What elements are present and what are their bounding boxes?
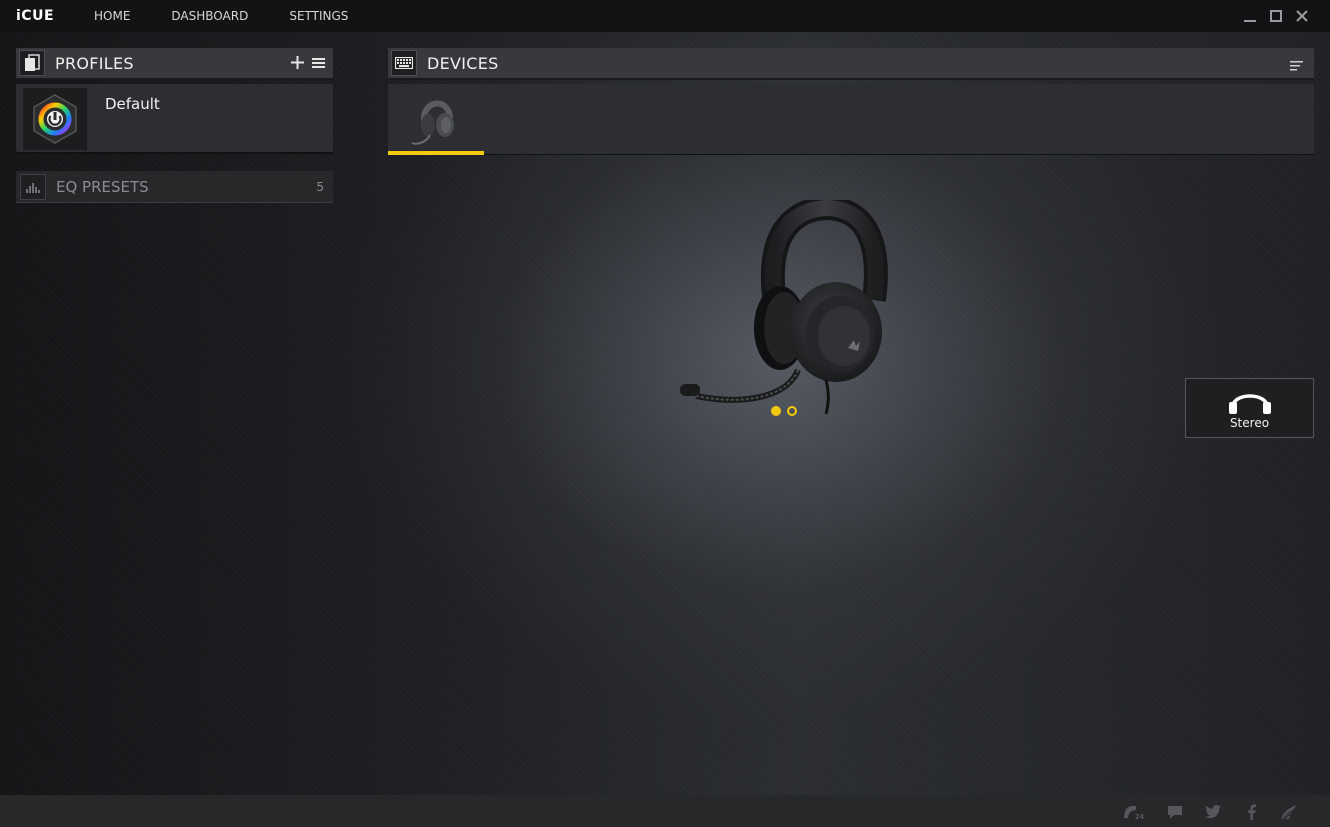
app-brand: iCUE <box>16 8 55 24</box>
profiles-stack-icon <box>19 50 45 76</box>
hamburger-icon <box>312 58 325 68</box>
profiles-title: PROFILES <box>55 53 134 73</box>
facebook-button[interactable] <box>1242 803 1260 821</box>
eq-presets-title: EQ PRESETS <box>56 177 149 196</box>
headset-product-image <box>680 200 888 415</box>
notification-count: 24 <box>1135 813 1144 821</box>
list-menu-icon <box>1290 61 1303 71</box>
profile-item-default[interactable]: Default <box>16 84 333 154</box>
devices-title: DEVICES <box>427 53 499 73</box>
top-bar: iCUE HOME DASHBOARD SETTINGS <box>0 0 1330 32</box>
maximize-button[interactable] <box>1268 8 1284 24</box>
view-indicator-dot-active[interactable] <box>771 406 781 416</box>
footer-bar: 24 <box>0 795 1330 827</box>
window-controls <box>1242 0 1310 32</box>
maximize-icon <box>1270 10 1282 22</box>
profiles-actions <box>291 54 325 73</box>
corsair-button[interactable] <box>1280 803 1298 821</box>
chat-icon <box>1168 805 1182 819</box>
close-icon <box>1296 10 1308 22</box>
nav-dashboard[interactable]: DASHBOARD <box>171 9 248 23</box>
facebook-icon <box>1247 804 1256 820</box>
profiles-header: PROFILES <box>16 48 333 80</box>
headset-thumbnail-icon <box>411 100 454 145</box>
eq-presets-header[interactable]: EQ PRESETS 5 <box>16 171 333 203</box>
icue-logo-icon <box>33 94 77 144</box>
equalizer-icon <box>20 173 46 200</box>
minimize-button[interactable] <box>1242 8 1258 24</box>
keyboard-icon <box>391 50 417 76</box>
eq-presets-count: 5 <box>316 179 324 194</box>
close-button[interactable] <box>1294 8 1310 24</box>
minimize-icon <box>1244 20 1256 22</box>
device-tab-active-indicator <box>388 151 484 155</box>
add-profile-button[interactable] <box>291 54 304 73</box>
twitter-button[interactable] <box>1204 803 1222 821</box>
device-strip <box>388 84 1314 155</box>
footer-icons: 24 <box>1120 803 1298 821</box>
nav-home[interactable]: HOME <box>94 9 130 23</box>
chat-button[interactable] <box>1166 803 1184 821</box>
device-tab-headset[interactable] <box>388 84 484 155</box>
stereo-mode-label: Stereo <box>1229 416 1270 430</box>
twitter-icon <box>1205 805 1221 819</box>
profile-thumbnail <box>23 88 87 150</box>
devices-menu-button[interactable] <box>1290 57 1303 76</box>
stereo-mode-button[interactable]: Stereo <box>1185 378 1314 438</box>
view-indicator-dot[interactable] <box>787 406 797 416</box>
notification-button[interactable]: 24 <box>1120 803 1146 821</box>
corsair-sails-icon <box>1281 805 1297 820</box>
profiles-menu-button[interactable] <box>312 54 325 73</box>
headphones-icon <box>1228 394 1271 414</box>
devices-header: DEVICES <box>388 48 1314 80</box>
profile-name: Default <box>105 95 160 113</box>
plus-icon <box>291 56 304 69</box>
nav-settings[interactable]: SETTINGS <box>289 9 348 23</box>
